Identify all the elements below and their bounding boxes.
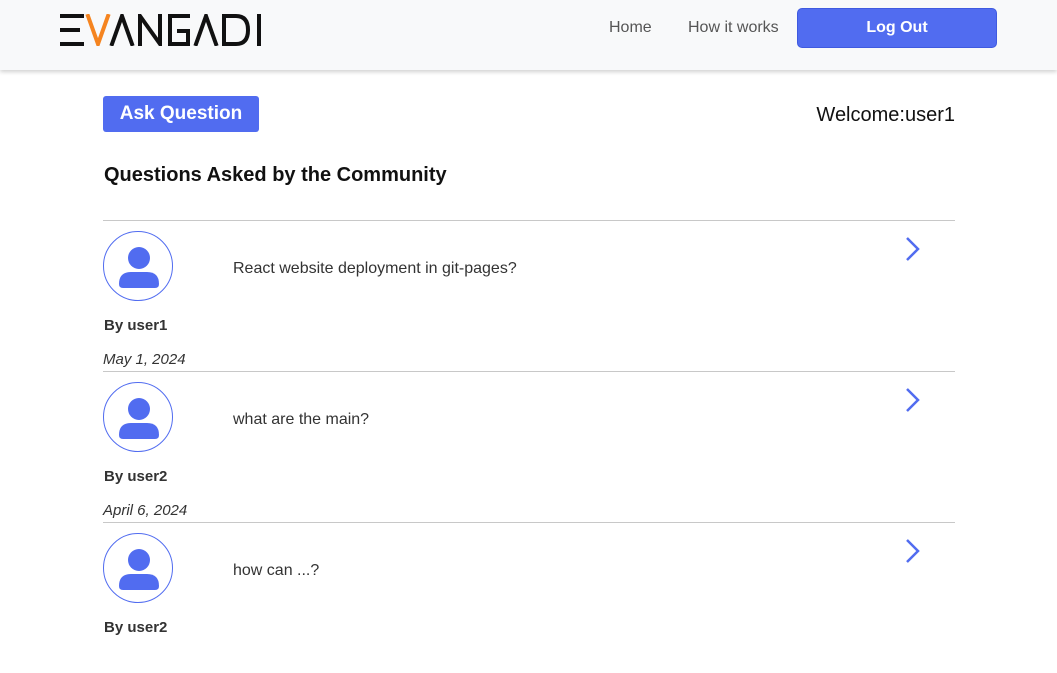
question-author: By user1 [104, 317, 168, 334]
question-item[interactable]: React website deployment in git-pages? B… [103, 220, 955, 371]
question-item[interactable]: what are the main? By user2 April 6, 202… [103, 371, 955, 522]
chevron-right-icon[interactable] [902, 537, 924, 565]
nav-how-it-works-link[interactable]: How it works [688, 19, 779, 37]
user-avatar-icon [103, 533, 173, 603]
top-navbar: Home How it works Log Out [0, 0, 1057, 70]
welcome-text: Welcome:user1 [816, 104, 955, 126]
nav-home-link[interactable]: Home [609, 19, 652, 37]
question-title[interactable]: what are the main? [233, 411, 369, 429]
question-date: April 6, 2024 [103, 502, 188, 519]
chevron-right-icon[interactable] [902, 235, 924, 263]
section-title: Questions Asked by the Community [104, 164, 447, 186]
evangadi-logo[interactable] [58, 9, 262, 51]
question-title[interactable]: React website deployment in git-pages? [233, 260, 517, 278]
chevron-right-icon[interactable] [902, 386, 924, 414]
question-item[interactable]: how can ...? By user2 [103, 522, 955, 673]
logout-button[interactable]: Log Out [797, 8, 997, 48]
user-avatar-icon [103, 382, 173, 452]
question-author: By user2 [104, 619, 168, 636]
question-date: May 1, 2024 [103, 351, 186, 368]
user-avatar-icon [103, 231, 173, 301]
question-author: By user2 [104, 468, 168, 485]
ask-question-button[interactable]: Ask Question [103, 96, 259, 132]
question-title[interactable]: how can ...? [233, 562, 319, 580]
